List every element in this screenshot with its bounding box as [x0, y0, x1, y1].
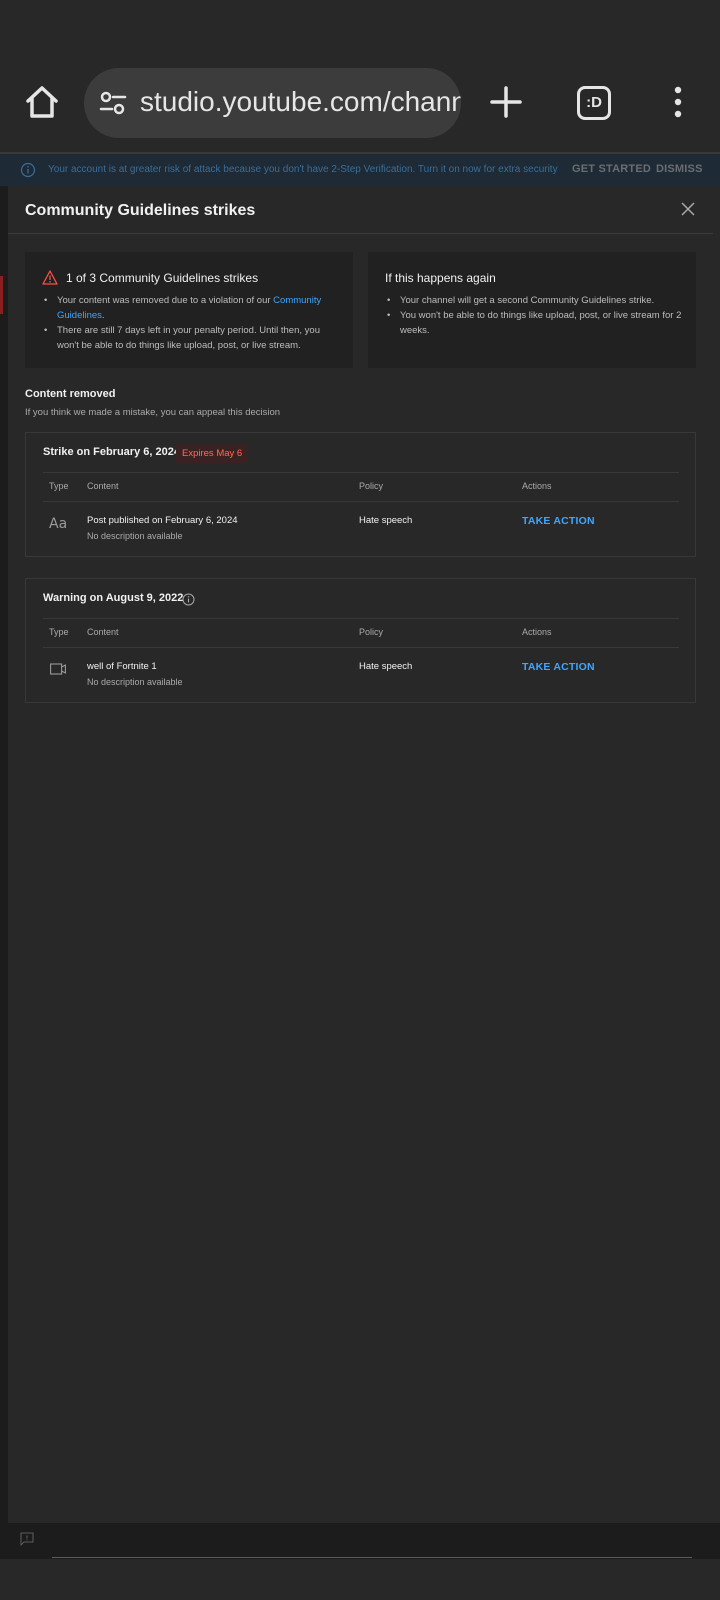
strike-summary-list: Your content was removed due to a violat…: [42, 293, 342, 353]
text-type-icon: Aa: [49, 516, 68, 532]
tab-switcher-button[interactable]: :D: [577, 86, 611, 120]
column-header-content: Content: [87, 481, 119, 491]
more-vert-icon[interactable]: [668, 82, 688, 122]
dialog-title: Community Guidelines strikes: [25, 202, 256, 219]
content-title: well of Fortnite 1: [87, 661, 157, 672]
home-icon[interactable]: [22, 82, 62, 122]
get-started-button[interactable]: GET STARTED: [572, 163, 651, 175]
site-settings-icon[interactable]: [98, 88, 128, 118]
column-header-policy: Policy: [359, 627, 384, 637]
expires-badge: Expires May 6: [176, 444, 249, 463]
list-item: Your channel will get a second Community…: [385, 293, 685, 308]
content-description: No description available: [87, 531, 183, 541]
take-action-button[interactable]: TAKE ACTION: [522, 661, 595, 673]
footer-bar: [0, 1523, 720, 1559]
policy-value: Hate speech: [359, 661, 413, 672]
consequence-card: If this happens again Your channel will …: [368, 252, 696, 368]
column-header-policy: Policy: [359, 481, 384, 491]
page-footer: [0, 1523, 720, 1600]
strike-heading: Strike on February 6, 2024: [43, 446, 180, 458]
security-banner: Your account is at greater risk of attac…: [0, 154, 720, 186]
video-type-icon: [50, 663, 66, 675]
policy-value: Hate speech: [359, 515, 413, 526]
footer-divider: [52, 1557, 692, 1558]
content-removed-subtitle: If you think we made a mistake, you can …: [25, 407, 281, 418]
row-divider: [43, 501, 679, 502]
column-header-actions: Actions: [522, 627, 552, 637]
column-header-content: Content: [87, 627, 119, 637]
new-tab-icon[interactable]: [486, 82, 526, 122]
close-icon[interactable]: [680, 201, 696, 217]
list-item: Your content was removed due to a violat…: [42, 293, 342, 323]
strike-card: Strike on February 6, 2024 Expires May 6…: [25, 432, 696, 557]
column-header-type: Type: [49, 627, 69, 637]
dismiss-button[interactable]: DISMISS: [656, 163, 703, 175]
column-header-type: Type: [49, 481, 69, 491]
url-text: studio.youtube.com/channel: [140, 86, 461, 117]
content-description: No description available: [87, 677, 183, 687]
column-header-actions: Actions: [522, 481, 552, 491]
list-item: You won't be able to do things like uplo…: [385, 308, 685, 338]
content-title: Post published on February 6, 2024: [87, 515, 238, 526]
browser-toolbar: studio.youtube.com/channel :D: [0, 0, 720, 154]
consequence-title: If this happens again: [385, 271, 496, 285]
strike-summary-card: 1 of 3 Community Guidelines strikes Your…: [25, 252, 353, 368]
banner-message: Your account is at greater risk of attac…: [48, 164, 558, 175]
row-divider: [43, 472, 679, 473]
row-divider: [43, 618, 679, 619]
strike-count-title: 1 of 3 Community Guidelines strikes: [66, 271, 259, 285]
feedback-icon[interactable]: [20, 1532, 34, 1546]
content-removed-title: Content removed: [25, 388, 116, 400]
sidebar-active-indicator: [0, 276, 3, 314]
warning-card: Warning on August 9, 2022 Type Content P…: [25, 578, 696, 703]
consequence-list: Your channel will get a second Community…: [385, 293, 685, 338]
row-divider: [43, 647, 679, 648]
address-bar[interactable]: studio.youtube.com/channel: [84, 68, 461, 138]
warning-heading: Warning on August 9, 2022: [43, 592, 184, 604]
take-action-button[interactable]: TAKE ACTION: [522, 515, 595, 527]
info-icon[interactable]: [182, 593, 195, 606]
warning-icon: [42, 270, 58, 285]
dialog-divider: [8, 233, 713, 234]
list-item: There are still 7 days left in your pena…: [42, 323, 342, 353]
strikes-dialog: Community Guidelines strikes 1 of 3 Comm…: [8, 187, 713, 1523]
background-sidebar: [0, 186, 8, 1526]
info-icon: [20, 162, 36, 178]
